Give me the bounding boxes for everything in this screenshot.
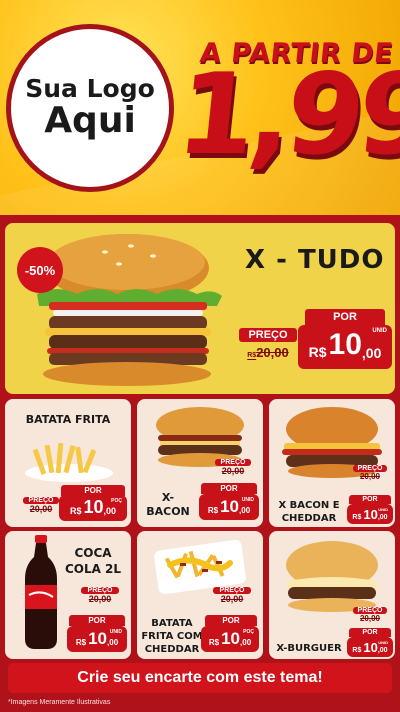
old-price-box: PREÇO 20,00 xyxy=(81,587,119,604)
old-price-box: PREÇO R$20,00 xyxy=(239,328,297,360)
current-price: R$ 10 ,00 UNID xyxy=(298,325,392,369)
item-name: BATATA FRITA xyxy=(25,413,111,426)
logo-line-1: Sua Logo xyxy=(25,73,155,103)
preco-label: PREÇO xyxy=(239,328,297,342)
header-banner: Sua Logo Aqui A PARTIR DE 1,99 xyxy=(0,0,400,215)
soda-bottle-image xyxy=(25,535,57,649)
burger-image xyxy=(286,541,378,612)
current-price: R$ 10 ,00 UNID xyxy=(199,494,259,520)
hamburger-image xyxy=(37,234,222,386)
logo-placeholder: Sua Logo Aqui xyxy=(6,24,174,192)
item-name: BATATA FRITA COM CHEDDAR xyxy=(141,618,203,655)
por-label: POR xyxy=(349,495,391,504)
item-name: X- BACON xyxy=(146,491,190,519)
old-price-box: PREÇO 20,00 xyxy=(353,465,387,481)
headline-price: 1,99 xyxy=(171,50,400,180)
por-label: POR xyxy=(205,615,257,626)
hero-title: X - TUDO xyxy=(245,245,385,275)
current-price: R$ 10 ,00 UNID xyxy=(67,626,127,652)
item-card-x-bacon: X- BACON PREÇO 20,00 POR R$ 10 ,00 UNID xyxy=(137,399,263,527)
burger-image xyxy=(156,407,244,467)
old-price-box: PREÇO 20,00 xyxy=(23,497,59,514)
por-label: POR xyxy=(349,628,391,637)
item-name: X BACON E CHEDDAR xyxy=(278,500,340,524)
discount-badge: -50% xyxy=(17,247,63,293)
item-card-x-bacon-cheddar: PREÇO 20,00 X BACON E CHEDDAR POR R$ 10 … xyxy=(269,399,395,527)
por-label: POR xyxy=(201,483,257,494)
offers-section: -50% X - TUDO POR PREÇO R$20,00 R$ 10 ,0… xyxy=(0,215,400,712)
old-price-box: PREÇO 20,00 xyxy=(213,587,251,604)
fries-image xyxy=(25,442,113,482)
item-card-batata-frita: BATATA FRITA POR PREÇO 20,00 R$ 10 ,00 P… xyxy=(5,399,131,527)
hero-card-x-tudo: -50% X - TUDO POR PREÇO R$20,00 R$ 10 ,0… xyxy=(5,223,395,394)
disclaimer-text: *Imagens Meramente Ilustrativas xyxy=(8,699,111,706)
old-price: R$20,00 xyxy=(247,345,289,360)
current-price: R$ 10 ,00 POÇ xyxy=(201,626,259,652)
por-label: POR xyxy=(69,615,125,626)
por-label: POR xyxy=(305,309,385,325)
old-price-box: PREÇO 20,00 xyxy=(215,459,251,476)
item-card-x-burguer: PREÇO 20,00 X-BURGUER POR R$ 10 ,00 UNID xyxy=(269,531,395,659)
item-name: X-BURGUER xyxy=(276,643,342,654)
item-card-coca-cola: COCA COLA 2L PREÇO 20,00 POR R$ 10 ,00 U… xyxy=(5,531,131,659)
current-price: R$ 10 ,00 POÇ xyxy=(59,495,127,521)
logo-line-2: Aqui xyxy=(44,100,136,142)
old-price-box: PREÇO 20,00 xyxy=(353,607,387,623)
current-price: R$ 10 ,00 UNID xyxy=(347,504,393,524)
current-price: R$ 10 ,00 UNID xyxy=(347,637,393,657)
item-name: COCA COLA 2L xyxy=(64,546,122,577)
cta-banner[interactable]: Crie seu encarte com este tema! xyxy=(8,663,392,693)
item-card-batata-cheddar: PREÇO 20,00 BATATA FRITA COM CHEDDAR POR… xyxy=(137,531,263,659)
